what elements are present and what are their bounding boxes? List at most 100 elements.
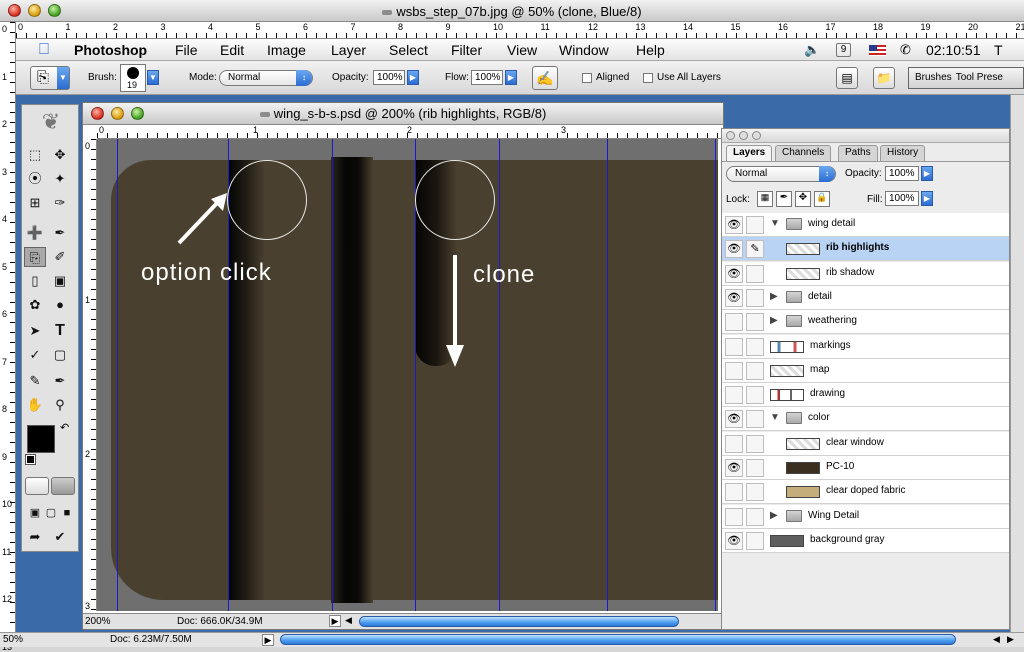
script-menu-icon[interactable]: 9 — [836, 43, 851, 57]
file-browser-icon[interactable]: 📁 — [873, 67, 895, 89]
visibility-eye-icon[interactable] — [725, 386, 743, 404]
dodge-tool-icon[interactable]: ● — [49, 295, 71, 315]
tab-paths[interactable]: Paths — [838, 145, 878, 161]
layer-name[interactable]: drawing — [810, 388, 845, 399]
brush-dropdown-icon[interactable]: ▼ — [147, 70, 159, 85]
marquee-tool-icon[interactable]: ⬚ — [24, 145, 46, 165]
visibility-eye-icon[interactable]: 👁 — [725, 240, 743, 258]
menu-clock[interactable]: 02:10:51 — [926, 42, 981, 58]
palette-close-icon[interactable] — [726, 131, 735, 140]
layer-name[interactable]: Wing Detail — [808, 510, 859, 521]
layer-group-row[interactable]: ▶Wing Detail — [722, 505, 1009, 529]
checkmark-icon[interactable]: ✔ — [49, 527, 71, 547]
fill-field[interactable]: 100% — [885, 191, 919, 206]
link-brush-icon[interactable] — [746, 338, 764, 356]
guide-line[interactable] — [715, 139, 716, 611]
healing-brush-tool-icon[interactable]: ➕ — [24, 223, 46, 243]
default-colors-icon[interactable] — [26, 455, 35, 464]
layer-name[interactable]: clear doped fabric — [826, 485, 906, 496]
expand-triangle-right-icon[interactable]: ▶ — [770, 291, 778, 302]
link-brush-icon[interactable] — [746, 483, 764, 501]
pen-tool-icon[interactable]: ✓ — [24, 345, 46, 365]
layer-group-row[interactable]: ▶ weathering — [722, 310, 1009, 334]
aligned-checkbox[interactable] — [582, 73, 592, 83]
eraser-tool-icon[interactable]: ▯ — [24, 271, 46, 291]
tool-presets-well-tab[interactable]: Tool Prese — [956, 72, 1003, 83]
flow-field[interactable]: 100% — [471, 70, 503, 85]
expand-triangle-down-icon[interactable]: ▼ — [770, 218, 780, 229]
blend-mode-select[interactable]: Normal↕ — [726, 166, 836, 182]
fill-slider-icon[interactable]: ▶ — [921, 191, 933, 206]
layer-thumbnail[interactable] — [786, 438, 820, 450]
us-flag-icon[interactable] — [869, 45, 886, 56]
scroll-left-arrow-icon[interactable]: ◀ — [993, 634, 1000, 645]
link-brush-icon[interactable] — [746, 435, 764, 453]
layer-name[interactable]: color — [808, 412, 830, 423]
outer-zoom-level[interactable]: 50% — [3, 634, 23, 645]
link-brush-icon[interactable]: ✎ — [746, 240, 764, 258]
tab-history[interactable]: History — [880, 145, 925, 161]
layer-name[interactable]: rib shadow — [826, 267, 874, 278]
visibility-eye-icon[interactable] — [725, 362, 743, 380]
document-canvas[interactable]: option click clone — [97, 139, 718, 611]
layer-thumbnail[interactable] — [786, 268, 820, 280]
link-brush-icon[interactable] — [746, 216, 764, 234]
standard-mode-icon[interactable] — [25, 477, 49, 495]
lock-pixels-icon[interactable]: ✒ — [776, 191, 792, 207]
layer-row[interactable]: 👁background gray — [722, 529, 1009, 553]
layer-name[interactable]: clear window — [826, 437, 884, 448]
link-brush-icon[interactable] — [746, 508, 764, 526]
path-selection-tool-icon[interactable]: ➤ — [24, 321, 46, 341]
notes-tool-icon[interactable]: ✎ — [24, 371, 46, 391]
layer-thumbnail[interactable] — [770, 389, 804, 401]
expand-triangle-right-icon[interactable]: ▶ — [770, 315, 778, 326]
link-brush-icon[interactable] — [746, 410, 764, 428]
menu-layer[interactable]: Layer — [331, 42, 366, 58]
visibility-eye-icon[interactable] — [725, 435, 743, 453]
layer-row[interactable]: 👁✎ rib highlights — [722, 237, 1009, 261]
doc-horizontal-scroll-thumb[interactable] — [359, 616, 679, 627]
link-brush-icon[interactable] — [746, 459, 764, 477]
menu-view[interactable]: View — [507, 42, 537, 58]
flow-slider-icon[interactable]: ▶ — [505, 70, 517, 85]
menu-app-name[interactable]: Photoshop — [74, 42, 147, 58]
guide-line[interactable] — [499, 139, 500, 611]
visibility-eye-icon[interactable]: 👁 — [725, 265, 743, 283]
menu-extra[interactable]: T — [994, 42, 1003, 58]
doc-zoom-level[interactable]: 200% — [85, 616, 111, 627]
swap-colors-icon[interactable]: ↶ — [60, 421, 69, 434]
layer-thumbnail[interactable] — [786, 462, 820, 474]
layer-thumbnail[interactable] — [786, 486, 820, 498]
opacity-field[interactable]: 100% — [373, 70, 405, 85]
scroll-right-arrow-icon[interactable]: ▶ — [1007, 634, 1014, 645]
menu-edit[interactable]: Edit — [220, 42, 244, 58]
clone-stamp-tool-icon[interactable]: ⎘ — [24, 247, 46, 267]
brush-tool-icon[interactable]: ✒ — [49, 223, 71, 243]
expand-triangle-down-icon[interactable]: ▼ — [770, 412, 780, 423]
tab-channels[interactable]: Channels — [775, 145, 831, 161]
use-all-layers-checkbox[interactable] — [643, 73, 653, 83]
doc-ruler-left[interactable]: 0 1 2 3 — [83, 139, 97, 611]
visibility-eye-icon[interactable] — [725, 483, 743, 501]
link-brush-icon[interactable] — [746, 289, 764, 307]
layer-group-row[interactable]: 👁▼wing detail — [722, 213, 1009, 237]
apple-menu-icon[interactable]:  — [38, 41, 50, 59]
layer-name[interactable]: weathering — [808, 315, 857, 326]
layer-name[interactable]: rib highlights — [826, 242, 889, 253]
menu-select[interactable]: Select — [389, 42, 428, 58]
outer-status-menu-icon[interactable]: ▶ — [262, 634, 274, 646]
brush-picker[interactable]: 19 — [120, 64, 146, 92]
visibility-eye-icon[interactable] — [725, 313, 743, 331]
layer-group-row[interactable]: 👁▼color — [722, 407, 1009, 431]
eyedropper-tool-icon[interactable]: ✒ — [49, 371, 71, 391]
mode-select[interactable]: Normal↕ — [219, 70, 313, 86]
lock-position-icon[interactable]: ✥ — [795, 191, 811, 207]
crop-tool-icon[interactable]: ⊞ — [24, 193, 46, 213]
jump-to-imageready-icon[interactable]: ➦ — [24, 527, 46, 547]
visibility-eye-icon[interactable]: 👁 — [725, 216, 743, 234]
hand-tool-icon[interactable]: ✋ — [24, 395, 46, 415]
link-brush-icon[interactable] — [746, 265, 764, 283]
visibility-eye-icon[interactable]: 👁 — [725, 532, 743, 550]
layer-thumbnail[interactable] — [770, 341, 804, 353]
magic-wand-tool-icon[interactable]: ✦ — [49, 169, 71, 189]
